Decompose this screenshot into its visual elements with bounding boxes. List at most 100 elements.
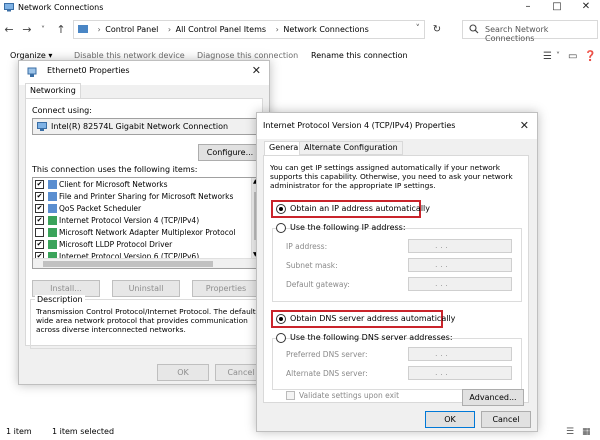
ip-address-field[interactable]: . . . bbox=[408, 239, 512, 253]
network-adapter-icon bbox=[27, 67, 37, 77]
tab-alternate-configuration[interactable]: Alternate Configuration bbox=[299, 141, 403, 155]
obtain-dns-auto-label: Obtain DNS server address automatically bbox=[290, 314, 456, 323]
organize-menu[interactable]: Organize ▾ bbox=[10, 51, 52, 60]
ip-dots: . . . bbox=[435, 279, 448, 288]
radio-unselected-icon bbox=[276, 223, 286, 233]
uninstall-button[interactable]: Uninstall bbox=[112, 280, 180, 297]
ipv4-properties-dialog: Internet Protocol Version 4 (TCP/IPv4) P… bbox=[256, 112, 538, 432]
connect-using-label: Connect using: bbox=[32, 106, 92, 115]
default-gateway-label: Default gateway: bbox=[286, 280, 350, 289]
obtain-ip-auto-label: Obtain an IP address automatically bbox=[290, 204, 431, 213]
breadcrumb-control-panel[interactable]: Control Panel bbox=[105, 25, 158, 34]
properties-button[interactable]: Properties bbox=[192, 280, 260, 297]
preferred-dns-field[interactable]: . . . bbox=[408, 347, 512, 361]
item-checkbox[interactable]: ✔ bbox=[35, 204, 44, 213]
default-gateway-field[interactable]: . . . bbox=[408, 277, 512, 291]
refresh-icon[interactable]: ↻ bbox=[429, 20, 445, 39]
qos-icon bbox=[48, 204, 57, 213]
item-checkbox[interactable]: ✔ bbox=[35, 240, 44, 249]
breadcrumb-separator-icon: › bbox=[167, 25, 172, 34]
ip-dots: . . . bbox=[435, 368, 448, 377]
ip-address-label: IP address: bbox=[286, 242, 328, 251]
view-options-icon[interactable]: ☰ bbox=[543, 51, 552, 62]
close-window-button[interactable]: ✕ bbox=[574, 0, 598, 14]
adapter-name: Intel(R) 82574L Gigabit Network Connecti… bbox=[51, 122, 229, 131]
preview-pane-icon[interactable]: ▭ bbox=[568, 51, 577, 62]
items-label: This connection uses the following items… bbox=[32, 165, 198, 174]
window-titlebar: Network Connections – □ ✕ bbox=[0, 0, 600, 16]
ip-dots: . . . bbox=[435, 241, 448, 250]
up-icon[interactable]: ↑ bbox=[54, 23, 68, 36]
item-checkbox[interactable] bbox=[35, 228, 44, 237]
subnet-mask-field[interactable]: . . . bbox=[408, 258, 512, 272]
item-label: File and Printer Sharing for Microsoft N… bbox=[59, 192, 234, 201]
details-view-icon[interactable]: ☰ bbox=[566, 427, 574, 437]
close-icon[interactable]: ✕ bbox=[252, 64, 261, 77]
description-text: Transmission Control Protocol/Internet P… bbox=[36, 307, 256, 334]
network-client-icon bbox=[48, 180, 57, 189]
minimize-button[interactable]: – bbox=[516, 0, 540, 14]
search-input[interactable]: Search Network Connections bbox=[462, 20, 598, 43]
preferred-dns-label: Preferred DNS server: bbox=[286, 350, 368, 359]
item-label: Microsoft LLDP Protocol Driver bbox=[59, 240, 173, 249]
use-following-ip-radio[interactable]: Use the following IP address: bbox=[276, 222, 406, 234]
item-checkbox[interactable]: ✔ bbox=[35, 216, 44, 225]
breadcrumb-network-connections[interactable]: Network Connections bbox=[283, 25, 368, 34]
ethernet-dialog-title: Ethernet0 Properties bbox=[47, 66, 130, 75]
address-bar[interactable]: › Control Panel › All Control Panel Item… bbox=[73, 20, 425, 39]
ipv4-dialog-title: Internet Protocol Version 4 (TCP/IPv4) P… bbox=[263, 121, 456, 130]
radio-selected-icon bbox=[276, 314, 286, 324]
alternate-dns-label: Alternate DNS server: bbox=[286, 369, 368, 378]
ethernet-dialog-titlebar: Ethernet0 Properties ✕ bbox=[19, 61, 269, 85]
status-item-count: 1 item bbox=[6, 427, 32, 436]
adapter-name-box: Intel(R) 82574L Gigabit Network Connecti… bbox=[32, 118, 258, 135]
forward-icon[interactable]: → bbox=[20, 23, 34, 36]
item-label: QoS Packet Scheduler bbox=[59, 204, 142, 213]
protocol-icon bbox=[48, 216, 57, 225]
item-label: Microsoft Network Adapter Multiplexor Pr… bbox=[59, 228, 236, 237]
horizontal-scrollbar[interactable] bbox=[33, 258, 261, 268]
close-icon[interactable]: ✕ bbox=[520, 119, 529, 132]
window-title: Network Connections bbox=[18, 3, 104, 12]
ok-button[interactable]: OK bbox=[425, 411, 475, 428]
subnet-mask-label: Subnet mask: bbox=[286, 261, 338, 270]
maximize-button[interactable]: □ bbox=[545, 0, 569, 14]
tab-networking[interactable]: Networking bbox=[25, 83, 81, 99]
disable-device-command[interactable]: Disable this network device bbox=[74, 51, 185, 60]
radio-selected-icon bbox=[276, 204, 286, 214]
connection-items-list[interactable]: ✔ Client for Microsoft Networks ✔ File a… bbox=[32, 177, 262, 269]
view-dropdown-icon[interactable]: ˅ bbox=[556, 51, 560, 60]
status-selected-count: 1 item selected bbox=[52, 427, 115, 436]
use-following-dns-radio[interactable]: Use the following DNS server addresses: bbox=[276, 332, 453, 344]
rename-command[interactable]: Rename this connection bbox=[311, 51, 408, 60]
recent-locations-icon[interactable]: ˅ bbox=[36, 25, 50, 34]
use-following-dns-label: Use the following DNS server addresses: bbox=[290, 333, 453, 342]
use-following-ip-label: Use the following IP address: bbox=[290, 223, 406, 232]
scroll-thumb[interactable] bbox=[43, 261, 213, 267]
protocol-icon bbox=[48, 240, 57, 249]
item-checkbox[interactable]: ✔ bbox=[35, 192, 44, 201]
large-icons-view-icon[interactable]: ▦ bbox=[582, 427, 591, 437]
validate-settings-label: Validate settings upon exit bbox=[299, 391, 400, 400]
ipv4-dialog-titlebar: Internet Protocol Version 4 (TCP/IPv4) P… bbox=[257, 113, 537, 139]
cancel-button[interactable]: Cancel bbox=[481, 411, 531, 428]
help-icon[interactable]: ❓ bbox=[584, 51, 596, 62]
breadcrumb-all-items[interactable]: All Control Panel Items bbox=[176, 25, 266, 34]
item-checkbox[interactable]: ✔ bbox=[35, 180, 44, 189]
configure-button[interactable]: Configure... bbox=[198, 144, 262, 161]
back-icon[interactable]: ← bbox=[2, 23, 16, 36]
alternate-dns-field[interactable]: . . . bbox=[408, 366, 512, 380]
advanced-button[interactable]: Advanced... bbox=[462, 389, 524, 406]
search-icon bbox=[469, 24, 479, 34]
breadcrumb-separator-icon: › bbox=[275, 25, 279, 34]
radio-unselected-icon bbox=[276, 333, 286, 343]
address-computer-icon bbox=[78, 25, 88, 33]
checkbox-icon bbox=[286, 391, 295, 400]
ok-button[interactable]: OK bbox=[157, 364, 209, 381]
ip-dots: . . . bbox=[435, 349, 448, 358]
network-connections-icon bbox=[4, 3, 14, 12]
protocol-icon bbox=[48, 228, 57, 237]
description-groupbox: Description Transmission Control Protoco… bbox=[30, 295, 262, 349]
diagnose-command[interactable]: Diagnose this connection bbox=[197, 51, 298, 60]
address-dropdown-icon[interactable]: ˅ bbox=[416, 24, 421, 34]
